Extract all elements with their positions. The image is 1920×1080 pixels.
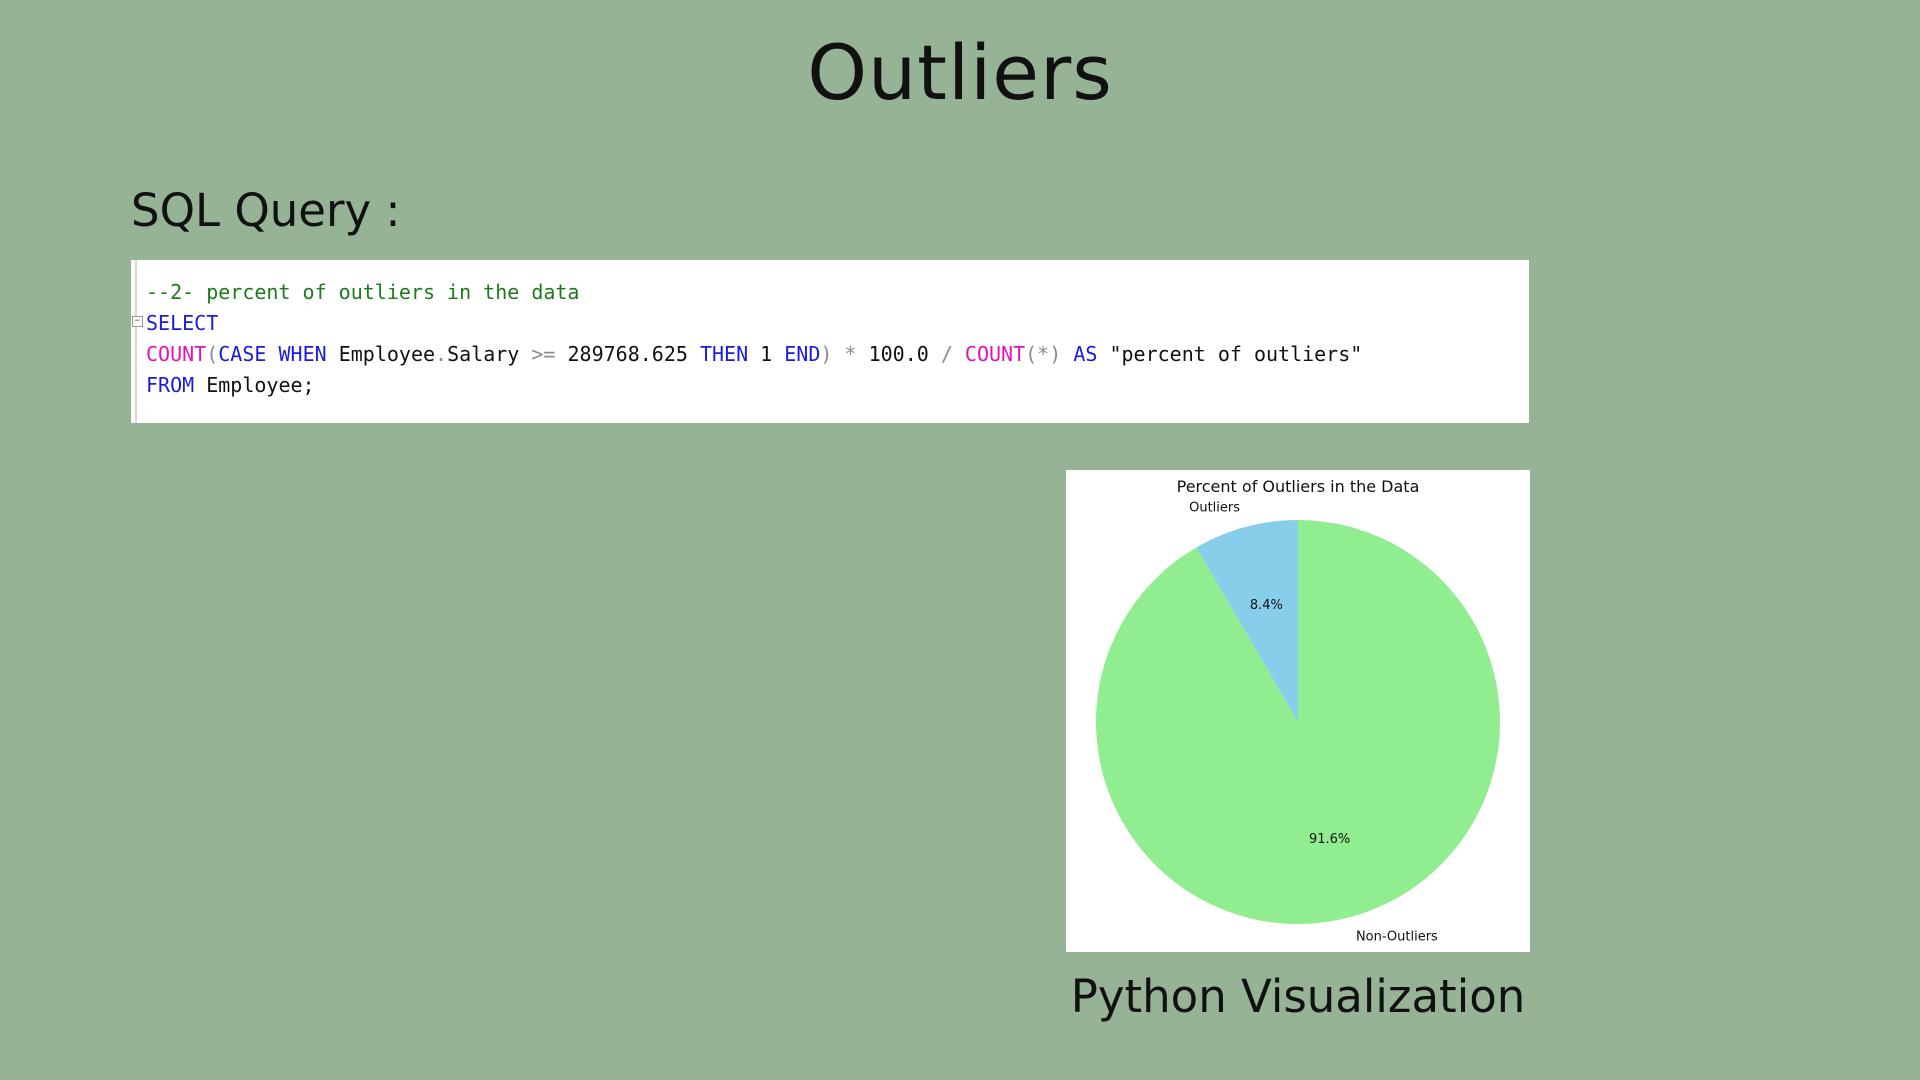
code-token: WHEN bbox=[278, 342, 327, 366]
code-token: CASE bbox=[218, 342, 267, 366]
pie-slice-non-outliers bbox=[1096, 520, 1500, 925]
code-token: 100.0 bbox=[856, 342, 941, 366]
code-token: . bbox=[435, 342, 448, 366]
code-token: AS bbox=[1073, 342, 1098, 366]
code-token: "percent of outliers" bbox=[1097, 342, 1363, 366]
code-token: Employee bbox=[326, 342, 436, 366]
code-token: COUNT bbox=[964, 342, 1026, 366]
code-token: >= bbox=[531, 342, 556, 366]
code-token: / bbox=[940, 342, 953, 366]
python-visualization-caption: Python Visualization bbox=[1070, 970, 1526, 1023]
code-token: (*) bbox=[1025, 342, 1062, 366]
pie-chart: Percent of Outliers in the Data 8.4% Outl… bbox=[1096, 477, 1500, 945]
from-table: Employee; bbox=[194, 373, 315, 397]
from-keyword: FROM bbox=[146, 373, 195, 397]
pie-slice-label: Non-Outliers bbox=[1356, 930, 1438, 945]
code-token: ) bbox=[820, 342, 833, 366]
slide-title: Outliers bbox=[807, 28, 1113, 117]
pie-pct-label: 91.6% bbox=[1309, 832, 1350, 847]
chart-title: Percent of Outliers in the Data bbox=[1177, 477, 1420, 496]
code-token: END bbox=[784, 342, 821, 366]
code-token: 1 bbox=[748, 342, 785, 366]
code-line-from: FROM Employee; bbox=[146, 373, 315, 397]
code-line-comment: --2- percent of outliers in the data bbox=[146, 280, 580, 304]
code-gutter bbox=[135, 260, 137, 423]
pie-pct-label: 8.4% bbox=[1250, 598, 1283, 613]
pie-slice-label: Outliers bbox=[1189, 500, 1240, 515]
sql-code-panel: − --2- percent of outliers in the data S… bbox=[131, 260, 1529, 423]
code-line-select: SELECT bbox=[146, 311, 219, 335]
code-token: COUNT bbox=[146, 342, 207, 366]
code-token: ( bbox=[206, 342, 219, 366]
code-token: 289768.625 bbox=[555, 342, 700, 366]
fold-toggle-icon[interactable]: − bbox=[132, 316, 143, 327]
sql-query-heading: SQL Query : bbox=[131, 184, 401, 237]
code-token: THEN bbox=[699, 342, 749, 366]
code-token: * bbox=[844, 342, 857, 366]
code-line-count: COUNT(CASE WHEN Employee.Salary >= 28976… bbox=[146, 342, 1362, 366]
code-token: Salary bbox=[447, 342, 532, 366]
pie-chart-panel: Percent of Outliers in the Data 8.4% Outl… bbox=[1066, 470, 1530, 952]
